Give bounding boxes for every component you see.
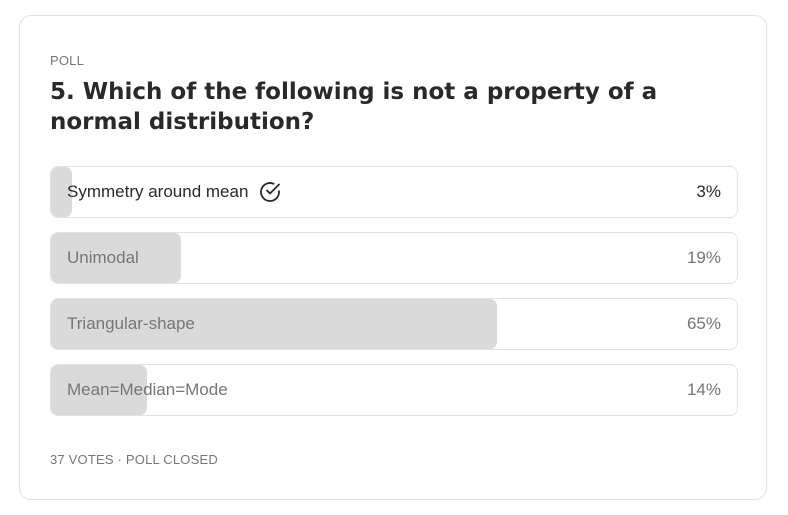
poll-options: Symmetry around mean 3% Unimodal 19% Tri… [50, 166, 738, 430]
poll-option-percent: 19% [686, 248, 721, 267]
check-circle-icon [260, 182, 281, 202]
poll-card: POLL 5. Which of the following is not a … [19, 15, 767, 500]
poll-option[interactable]: Mean=Median=Mode 14% [50, 364, 738, 416]
poll-question: 5. Which of the following is not a prope… [50, 79, 658, 135]
poll-option-percent: 14% [686, 380, 721, 399]
poll-option[interactable]: Unimodal 19% [50, 232, 738, 284]
poll-option-label: Triangular-shape [67, 314, 195, 333]
poll-option-percent: 65% [686, 314, 721, 333]
poll-option-label: Unimodal [67, 248, 139, 267]
poll-option-label: Symmetry around mean [67, 182, 249, 201]
poll-option[interactable]: Symmetry around mean 3% [50, 166, 738, 218]
poll-option-label: Mean=Median=Mode [67, 380, 228, 399]
poll-option-percent: 3% [696, 182, 721, 201]
poll-option[interactable]: Triangular-shape 65% [50, 298, 738, 350]
poll-kicker: POLL [50, 53, 85, 68]
poll-footer: 37 VOTES · POLL CLOSED [50, 452, 218, 467]
